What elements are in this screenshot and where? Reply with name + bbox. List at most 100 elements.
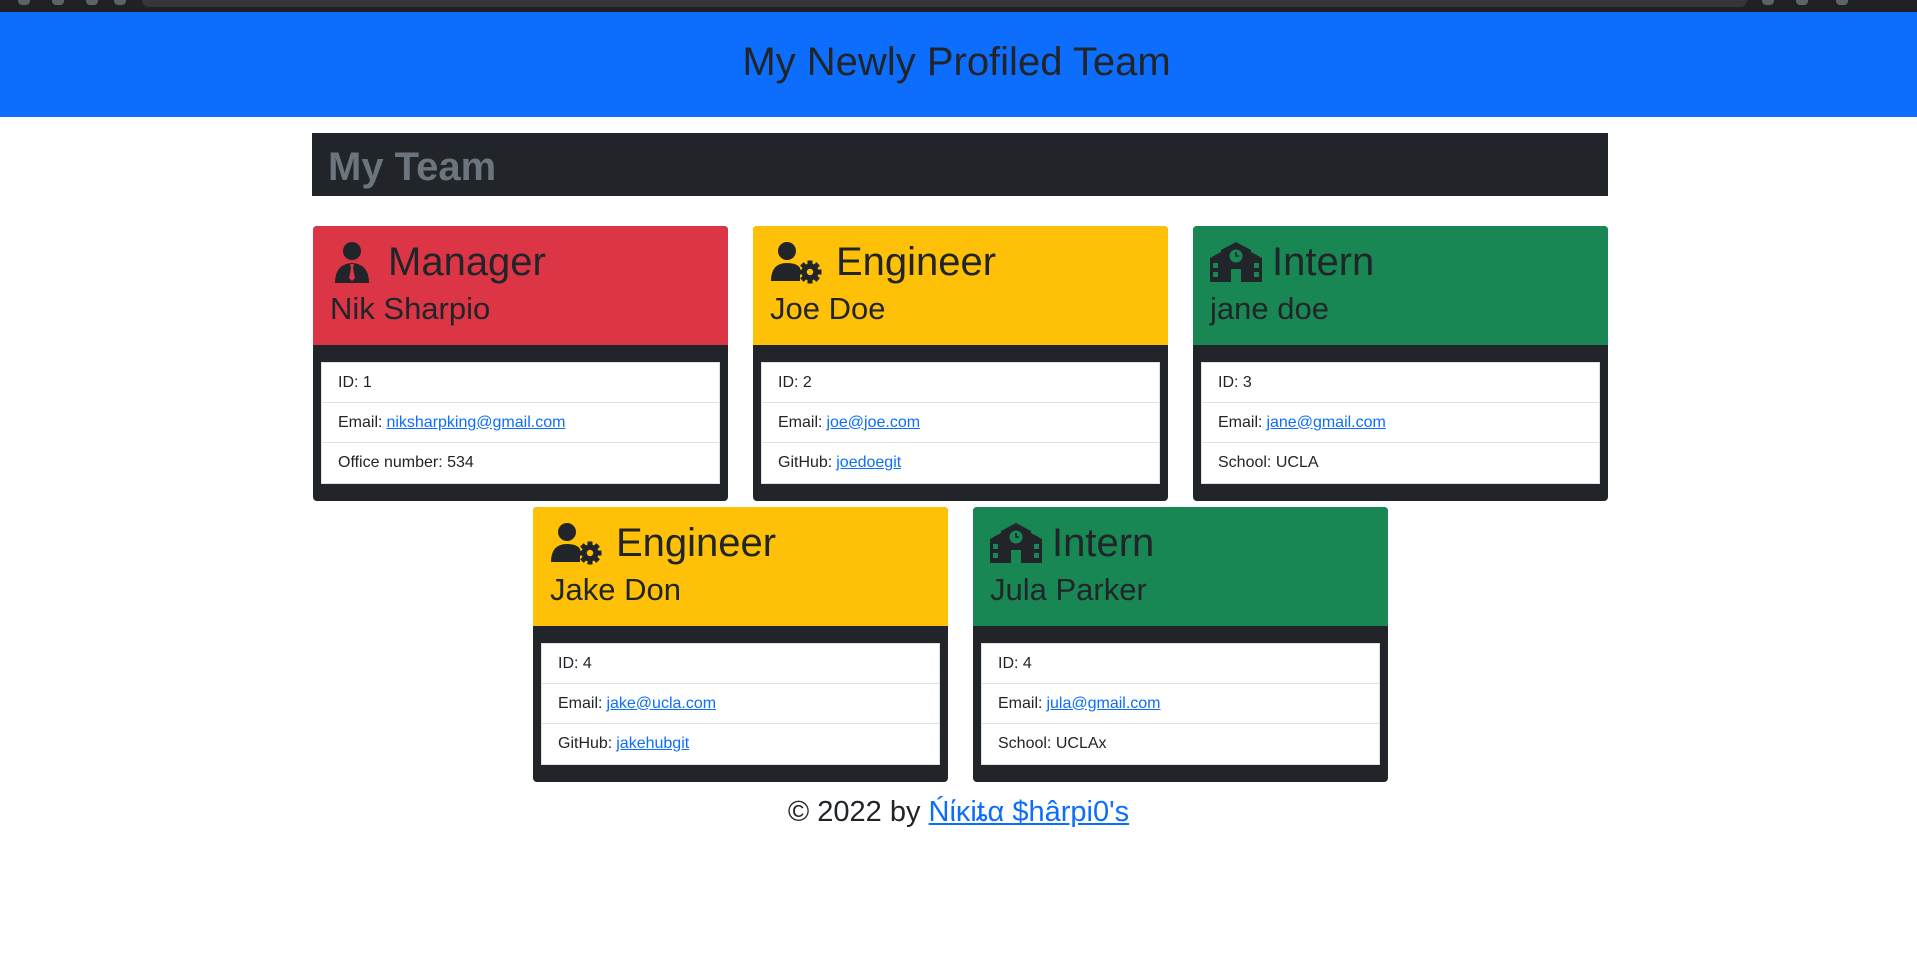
id-item: ID: 3 bbox=[1202, 363, 1599, 403]
email-link[interactable]: niksharpking@gmail.com bbox=[386, 414, 565, 432]
role-row: Intern bbox=[990, 519, 1372, 567]
card-header: Engineer Joe Doe bbox=[753, 226, 1168, 345]
details-list: ID: 3 Email: jane@gmail.com School: UCLA bbox=[1201, 362, 1600, 484]
office-number-label: Office number: bbox=[338, 454, 443, 471]
card-body: ID: 4 Email: jula@gmail.com School: UCLA… bbox=[973, 626, 1388, 781]
office-number-item: Office number: 534 bbox=[322, 443, 719, 483]
role-title: Engineer bbox=[616, 521, 777, 565]
employee-name: jane doe bbox=[1210, 291, 1329, 326]
card-header: Intern jane doe bbox=[1193, 226, 1608, 345]
role-title: Intern bbox=[1272, 240, 1375, 284]
card-header: Engineer Jake Don bbox=[533, 507, 948, 626]
details-list: ID: 4 Email: jake@ucla.com GitHub: jakeh… bbox=[541, 643, 940, 765]
office-number-value: 534 bbox=[447, 454, 474, 471]
id-value: 3 bbox=[1242, 373, 1252, 391]
email-label: Email: bbox=[1218, 413, 1263, 431]
id-label: ID: bbox=[1218, 373, 1239, 391]
email-link[interactable]: jake@ucla.com bbox=[606, 695, 716, 713]
id-item: ID: 2 bbox=[762, 363, 1159, 403]
email-label: Email: bbox=[998, 694, 1043, 712]
card-body: ID: 4 Email: jake@ucla.com GitHub: jakeh… bbox=[533, 626, 948, 781]
forward-icon[interactable] bbox=[52, 0, 64, 5]
employee-card-intern: Intern Jula Parker ID: 4 Email: jula@gma… bbox=[973, 507, 1388, 782]
back-icon[interactable] bbox=[18, 0, 30, 5]
reload-icon[interactable] bbox=[86, 0, 98, 5]
browser-toolbar-strip bbox=[0, 0, 1917, 12]
menu-icon[interactable] bbox=[1836, 0, 1848, 5]
employee-name: Jake Don bbox=[550, 572, 681, 607]
email-item: Email: jula@gmail.com bbox=[982, 684, 1379, 724]
email-label: Email: bbox=[338, 413, 383, 431]
role-row: Intern bbox=[1210, 238, 1592, 286]
id-label: ID: bbox=[338, 373, 359, 391]
email-link[interactable]: jula@gmail.com bbox=[1046, 695, 1160, 713]
user-gear-icon bbox=[771, 242, 822, 284]
github-item: GitHub: jakehubgit bbox=[542, 724, 939, 764]
profile-icon[interactable] bbox=[1796, 0, 1808, 5]
details-list: ID: 1 Email: niksharpking@gmail.com Offi… bbox=[321, 362, 720, 484]
id-label: ID: bbox=[778, 373, 799, 391]
user-gear-icon bbox=[551, 523, 602, 565]
copyright-text: © 2022 by bbox=[787, 796, 929, 828]
school-value: UCLA bbox=[1275, 454, 1319, 471]
school-icon bbox=[1210, 242, 1262, 282]
school-item: School: UCLA bbox=[1202, 443, 1599, 483]
school-label: School: bbox=[998, 735, 1052, 752]
id-value: 4 bbox=[1022, 654, 1032, 672]
role-title: Manager bbox=[388, 240, 546, 284]
role-title: Engineer bbox=[836, 240, 997, 284]
page-header: My Newly Profiled Team bbox=[0, 12, 1917, 117]
address-bar[interactable] bbox=[142, 0, 1747, 7]
employee-name: Joe Doe bbox=[770, 291, 886, 326]
email-item: Email: joe@joe.com bbox=[762, 403, 1159, 443]
employee-card-engineer: Engineer Joe Doe ID: 2 Email: joe@joe.co… bbox=[753, 226, 1168, 501]
page-title: My Newly Profiled Team bbox=[742, 40, 1171, 84]
employee-card-manager: Manager Nik Sharpio ID: 1 Email: nikshar… bbox=[313, 226, 728, 501]
id-item: ID: 1 bbox=[322, 363, 719, 403]
github-link[interactable]: jakehubgit bbox=[616, 735, 689, 753]
id-value: 2 bbox=[802, 373, 812, 391]
card-body: ID: 2 Email: joe@joe.com GitHub: joedoeg… bbox=[753, 345, 1168, 500]
github-label: GitHub: bbox=[558, 735, 613, 752]
id-item: ID: 4 bbox=[982, 644, 1379, 684]
id-label: ID: bbox=[998, 654, 1019, 672]
id-value: 4 bbox=[582, 654, 592, 672]
school-item: School: UCLAx bbox=[982, 724, 1379, 764]
email-item: Email: niksharpking@gmail.com bbox=[322, 403, 719, 443]
user-tie-icon bbox=[335, 242, 369, 283]
team-section-bar: My Team bbox=[312, 133, 1608, 196]
team-section-title: My Team bbox=[328, 145, 497, 189]
author-link[interactable]: Ńίκiȶα $hârpi0's bbox=[929, 796, 1130, 828]
id-item: ID: 4 bbox=[542, 644, 939, 684]
role-row: Engineer bbox=[770, 238, 1152, 286]
github-label: GitHub: bbox=[778, 454, 833, 471]
card-body: ID: 1 Email: niksharpking@gmail.com Offi… bbox=[313, 345, 728, 500]
employee-card-intern: Intern jane doe ID: 3 Email: jane@gmail.… bbox=[1193, 226, 1608, 501]
id-label: ID: bbox=[558, 654, 579, 672]
role-row: Engineer bbox=[550, 519, 932, 567]
employee-name: Jula Parker bbox=[990, 572, 1147, 607]
card-body: ID: 3 Email: jane@gmail.com School: UCLA bbox=[1193, 345, 1608, 500]
details-list: ID: 2 Email: joe@joe.com GitHub: joedoeg… bbox=[761, 362, 1160, 484]
email-item: Email: jake@ucla.com bbox=[542, 684, 939, 724]
extensions-icon[interactable] bbox=[1762, 0, 1774, 5]
employee-card-engineer: Engineer Jake Don ID: 4 Email: jake@ucla… bbox=[533, 507, 948, 782]
school-icon bbox=[990, 523, 1042, 563]
email-link[interactable]: jane@gmail.com bbox=[1266, 414, 1385, 432]
email-item: Email: jane@gmail.com bbox=[1202, 403, 1599, 443]
id-value: 1 bbox=[362, 373, 372, 391]
github-item: GitHub: joedoegit bbox=[762, 443, 1159, 483]
role-title: Intern bbox=[1052, 521, 1155, 565]
email-label: Email: bbox=[558, 694, 603, 712]
email-link[interactable]: joe@joe.com bbox=[826, 414, 920, 432]
github-link[interactable]: joedoegit bbox=[836, 454, 901, 472]
school-value: UCLAx bbox=[1055, 735, 1107, 752]
role-row: Manager bbox=[330, 238, 712, 286]
home-icon[interactable] bbox=[114, 0, 126, 5]
school-label: School: bbox=[1218, 454, 1272, 471]
card-header: Manager Nik Sharpio bbox=[313, 226, 728, 345]
email-label: Email: bbox=[778, 413, 823, 431]
details-list: ID: 4 Email: jula@gmail.com School: UCLA… bbox=[981, 643, 1380, 765]
card-header: Intern Jula Parker bbox=[973, 507, 1388, 626]
page-footer: © 2022 by Ńίκiȶα $hârpi0's bbox=[0, 796, 1917, 829]
